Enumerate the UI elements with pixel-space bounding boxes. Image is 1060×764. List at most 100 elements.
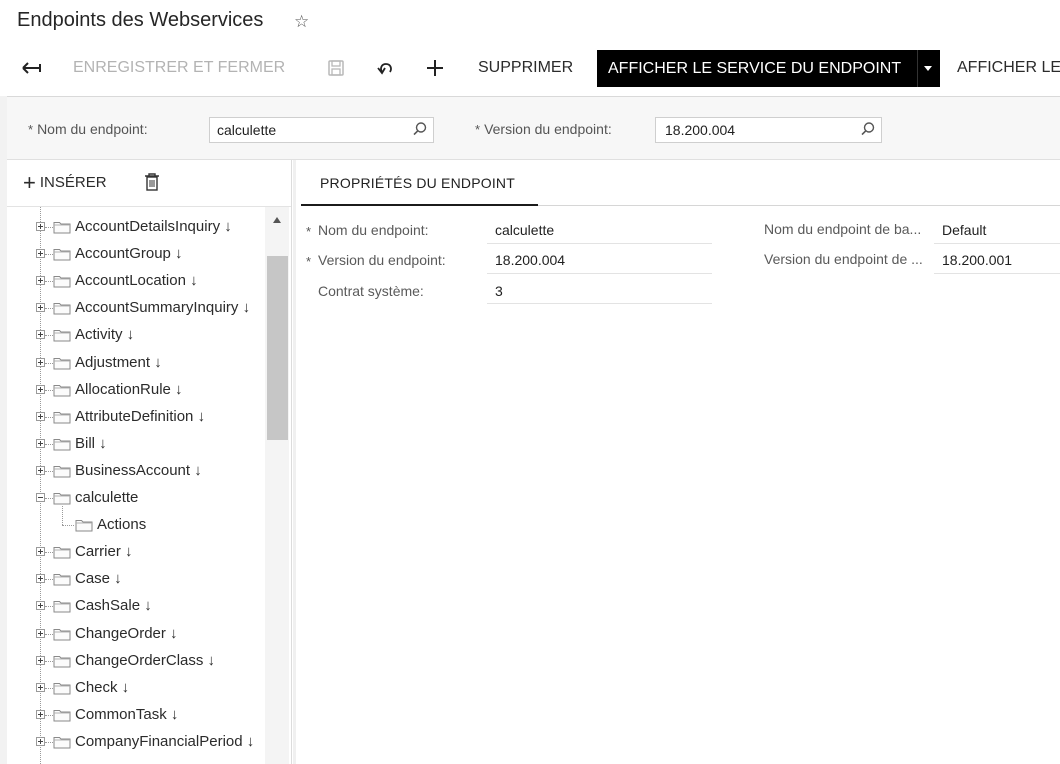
tree-item[interactable]: AccountDetailsInquiry ↓ [7, 214, 265, 240]
prop-base-name-value[interactable]: Default [942, 222, 986, 238]
tree-item-label: AccountDetailsInquiry ↓ [75, 218, 232, 235]
dropdown-caret-icon[interactable] [924, 66, 932, 71]
folder-icon [53, 735, 71, 752]
endpoint-name-field[interactable]: calculette [209, 117, 434, 143]
folder-icon [53, 681, 71, 698]
tree-item[interactable]: ChangeOrderClass ↓ [7, 648, 265, 674]
expand-toggle-icon[interactable] [36, 655, 45, 665]
tree-item[interactable]: Activity ↓ [7, 322, 265, 348]
expand-toggle-icon[interactable] [36, 465, 45, 475]
tree-branch-line [45, 606, 53, 608]
tree-item-label: ChangeOrder ↓ [75, 624, 178, 642]
insert-button[interactable]: + INSÉRER [23, 172, 107, 194]
save-icon[interactable] [325, 48, 347, 88]
tree-item[interactable]: Adjustment ↓ [7, 350, 265, 376]
tree-branch-line [62, 525, 74, 527]
add-icon[interactable] [424, 48, 446, 88]
collapse-toggle-icon[interactable] [36, 493, 45, 502]
prop-contract-value[interactable]: 3 [495, 283, 503, 299]
endpoint-tree: AccountDetailsInquiry ↓ AccountGroup ↓ Acc… [7, 207, 265, 764]
tree-item-label: Check ↓ [75, 678, 130, 696]
panel-splitter[interactable] [293, 160, 296, 764]
tree-item[interactable]: Case ↓ [7, 566, 265, 592]
tree-item[interactable]: Carrier ↓ [7, 539, 265, 565]
tree-item[interactable]: Check ↓ [7, 675, 265, 701]
tree-branch-line [45, 741, 53, 743]
tree-branch-line [62, 506, 63, 526]
expand-toggle-icon[interactable] [36, 547, 45, 557]
tree-child-item[interactable]: Actions [7, 506, 265, 538]
endpoint-version-field[interactable]: 18.200.004 [655, 117, 882, 143]
expand-toggle-icon[interactable] [36, 249, 45, 259]
tree-item[interactable]: CashSale ↓ [7, 593, 265, 619]
tree-item[interactable]: AllocationRule ↓ [7, 377, 265, 403]
save-and-close-button[interactable]: ENREGISTRER ET FERMER [73, 48, 285, 88]
search-icon[interactable] [412, 121, 428, 140]
prop-version-value[interactable]: 18.200.004 [495, 252, 565, 268]
undo-icon[interactable] [375, 48, 397, 88]
expand-toggle-icon[interactable] [36, 601, 45, 611]
expand-toggle-icon[interactable] [36, 438, 45, 448]
folder-icon [53, 301, 71, 318]
field-underline [934, 243, 1060, 244]
tree-item-label: AttributeDefinition ↓ [75, 407, 206, 425]
scroll-up-arrow-icon[interactable] [273, 217, 281, 223]
expand-toggle-icon[interactable] [36, 384, 45, 394]
tree-branch-line [45, 389, 53, 391]
field-underline [487, 303, 712, 304]
prop-base-version-value[interactable]: 18.200.001 [942, 252, 1012, 268]
show-more-button[interactable]: AFFICHER LE [957, 48, 1060, 88]
tree-item[interactable]: ChangeOrder ↓ [7, 621, 265, 647]
tree-item[interactable]: CompanyFinancialPeriod ↓ [7, 729, 265, 755]
folder-icon [53, 572, 71, 589]
tree-item[interactable]: Bill ↓ [7, 431, 265, 457]
search-icon[interactable] [860, 121, 876, 140]
folder-icon [75, 518, 93, 535]
tab-endpoint-properties[interactable]: PROPRIÉTÉS DU ENDPOINT [301, 160, 538, 206]
tree-item-label: AccountLocation ↓ [75, 272, 198, 290]
expand-toggle-icon[interactable] [36, 411, 45, 421]
tree-item-label: Actions [97, 516, 147, 534]
expand-toggle-icon[interactable] [36, 276, 45, 286]
back-arrow-icon[interactable] [17, 48, 47, 88]
folder-icon [53, 464, 71, 481]
tree-branch-line [45, 335, 53, 337]
field-underline [487, 273, 712, 274]
tree-branch-line [45, 687, 53, 689]
tree-item-label: Adjustment ↓ [75, 353, 162, 371]
expand-toggle-icon[interactable] [36, 682, 45, 692]
folder-icon [53, 599, 71, 616]
tree-branch-line [45, 714, 53, 716]
tree-item[interactable]: AttributeDefinition ↓ [7, 404, 265, 430]
expand-toggle-icon[interactable] [36, 628, 45, 638]
tree-item[interactable]: AccountLocation ↓ [7, 268, 265, 294]
folder-icon [53, 383, 71, 400]
prop-contract-label: Contrat système: [318, 283, 424, 299]
expand-toggle-icon[interactable] [36, 736, 45, 746]
tree-item[interactable]: BusinessAccount ↓ [7, 458, 265, 484]
delete-button[interactable]: SUPPRIMER [478, 48, 573, 88]
tree-toolbar: + INSÉRER [7, 160, 291, 207]
expand-toggle-icon[interactable] [36, 574, 45, 584]
tree-branch-line [45, 552, 53, 554]
tree-item[interactable]: calculette [7, 485, 265, 511]
tree-item[interactable]: AccountSummaryInquiry ↓ [7, 295, 265, 321]
tree-item-label: CompanyFinancialPeriod ↓ [75, 732, 255, 750]
filter-endpoint-version-label: * Version du endpoint: [475, 121, 612, 137]
expand-toggle-icon[interactable] [36, 330, 45, 340]
tree-item[interactable]: CommonTask ↓ [7, 702, 265, 728]
show-endpoint-service-button[interactable]: AFFICHER LE SERVICE DU ENDPOINT [597, 50, 940, 87]
tree-item[interactable]: AccountGroup ↓ [7, 241, 265, 267]
tree-scrollbar-thumb[interactable] [267, 256, 288, 440]
expand-toggle-icon[interactable] [36, 709, 45, 719]
folder-icon [53, 274, 71, 291]
tree-branch-line [45, 308, 53, 310]
expand-toggle-icon[interactable] [36, 357, 45, 367]
favorite-star-icon[interactable]: ☆ [294, 12, 309, 32]
expand-toggle-icon[interactable] [36, 222, 45, 231]
tree-branch-line [45, 633, 53, 635]
expand-toggle-icon[interactable] [36, 303, 45, 313]
prop-name-value[interactable]: calculette [495, 222, 554, 238]
trash-icon[interactable] [144, 172, 160, 195]
folder-icon [53, 328, 71, 345]
